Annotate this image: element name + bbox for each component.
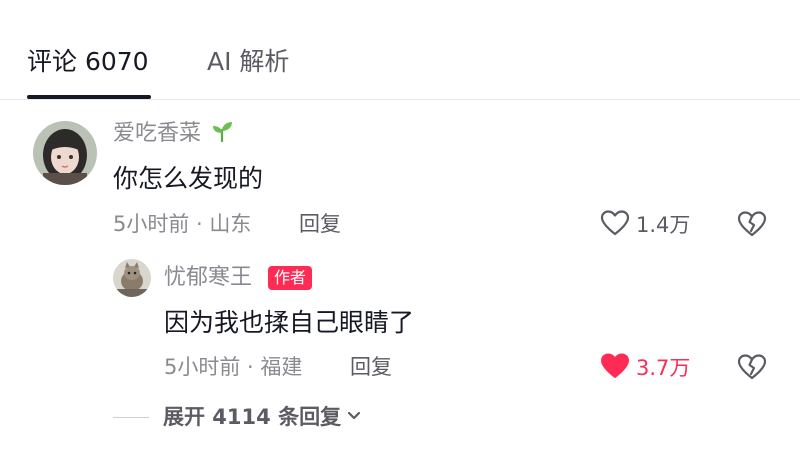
- reply-button[interactable]: 回复: [299, 209, 341, 239]
- comment-username[interactable]: 爱吃香菜: [113, 119, 234, 152]
- like-count: 1.4万: [636, 213, 691, 237]
- reply-like-button[interactable]: 3.7万: [600, 352, 690, 384]
- reply-avatar[interactable]: [113, 259, 151, 297]
- username-text: 爱吃香菜: [113, 121, 202, 146]
- author-badge: 作者: [268, 266, 313, 290]
- broken-heart-icon: [737, 354, 767, 385]
- comment-text: 你怎么发现的: [113, 164, 264, 193]
- dislike-button[interactable]: [737, 210, 767, 242]
- comment-time-location: 5小时前 · 山东: [113, 212, 252, 236]
- tab-ai-analysis[interactable]: AI 解析: [207, 44, 289, 80]
- reply-like-count: 3.7万: [636, 356, 691, 380]
- expand-divider: [113, 416, 149, 418]
- reply-dislike-button[interactable]: [737, 353, 767, 385]
- reply-time-location: 5小时前 · 福建: [164, 355, 303, 379]
- avatar[interactable]: [33, 121, 97, 185]
- expand-replies-label: 展开 4114 条回复: [163, 405, 342, 429]
- heart-filled-icon: [600, 352, 630, 384]
- expand-replies-button[interactable]: 展开 4114 条回复: [113, 402, 363, 432]
- sprout-icon: [210, 119, 234, 152]
- reply-text: 因为我也揉自己眼睛了: [164, 308, 415, 337]
- heart-outline-icon: [600, 209, 630, 241]
- tab-comments[interactable]: 评论 6070: [27, 44, 149, 80]
- like-button[interactable]: 1.4万: [600, 209, 690, 241]
- reply-username[interactable]: 忧郁寒王: [164, 263, 252, 293]
- active-tab-indicator: [27, 95, 151, 99]
- reply-reply-button[interactable]: 回复: [350, 352, 392, 382]
- comment-tabs: 评论 6070 AI 解析: [0, 0, 800, 100]
- broken-heart-icon: [737, 211, 767, 242]
- chevron-down-icon: [345, 406, 363, 428]
